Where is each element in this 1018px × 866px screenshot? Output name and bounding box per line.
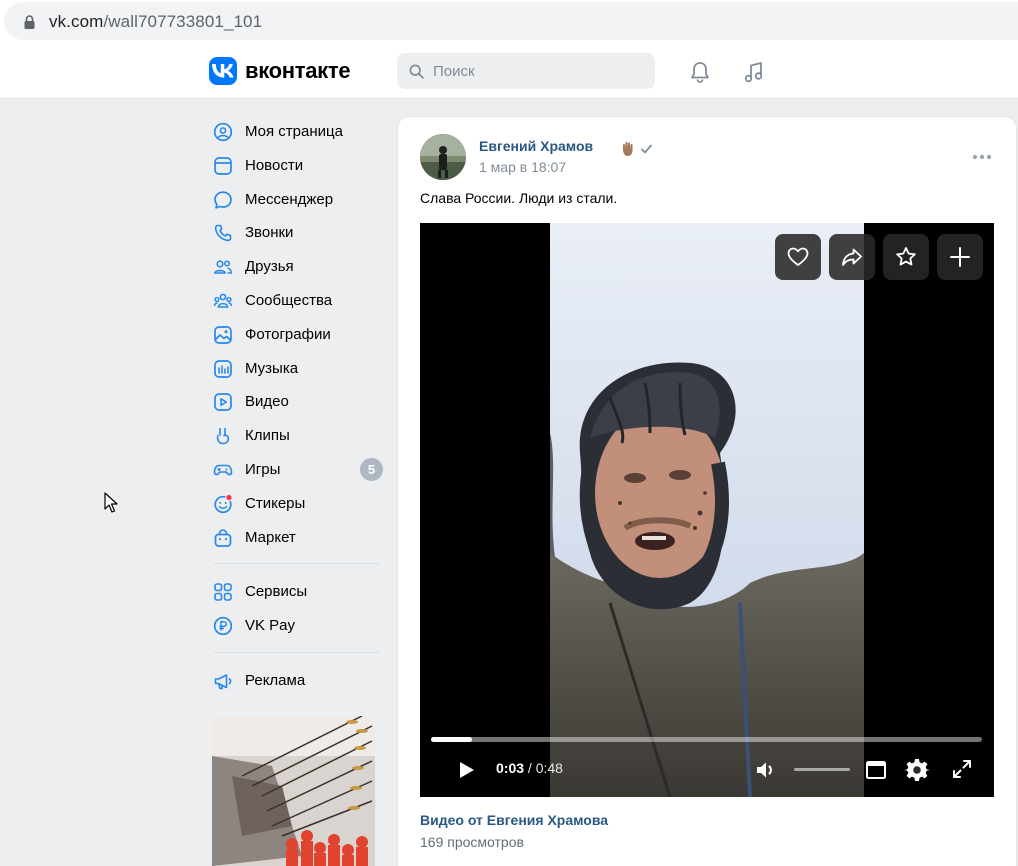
sidebar-item-clips[interactable]: Клипы xyxy=(205,418,385,452)
search-icon xyxy=(409,64,424,79)
sidebar-item-label: Маркет xyxy=(245,528,296,546)
sidebar-item-calls[interactable]: Звонки xyxy=(205,215,385,249)
sidebar-item-stickers[interactable]: Стикеры xyxy=(205,486,385,520)
video-views: 169 просмотров xyxy=(420,834,524,850)
sidebar-item-market[interactable]: Маркет xyxy=(205,520,385,554)
sidebar-item-label: Клипы xyxy=(245,427,290,445)
url-field[interactable]: vk.com/wall707733801_101 xyxy=(4,2,1018,40)
ad-image[interactable] xyxy=(212,716,375,866)
sidebar-item-friends[interactable]: Друзья xyxy=(205,249,385,283)
post-author-name[interactable]: Евгений Храмов xyxy=(479,138,593,154)
sidebar-item-label: Друзья xyxy=(245,258,294,276)
favorite-video-button[interactable] xyxy=(883,234,929,280)
sidebar-item-services[interactable]: Сервисы xyxy=(205,574,385,608)
vk-logo-icon[interactable] xyxy=(209,57,237,85)
url-domain: vk.com xyxy=(49,12,104,31)
video-frame[interactable] xyxy=(550,223,864,797)
friends-icon xyxy=(214,260,233,274)
sidebar-item-label: Сервисы xyxy=(245,583,308,601)
volume-icon[interactable] xyxy=(754,758,778,782)
wall-post: Евгений Храмов 1 мар в 18:07 Слава Росси… xyxy=(397,116,1017,866)
sidebar-item-ads[interactable]: Реклама xyxy=(205,663,385,697)
sidebar-item-label: Сообщества xyxy=(245,291,333,309)
logo-text[interactable]: вконтакте xyxy=(245,58,351,84)
url-path: /wall707733801_101 xyxy=(103,12,263,31)
sidebar-divider xyxy=(213,563,380,565)
bell-icon[interactable] xyxy=(686,58,714,86)
heart-icon xyxy=(787,247,809,266)
like-video-button[interactable] xyxy=(775,234,821,280)
sidebar-item-label: Музыка xyxy=(245,359,299,377)
video-player[interactable]: 0:03 / 0:48 xyxy=(420,223,994,797)
news-icon xyxy=(214,156,232,175)
sidebar-item-communities[interactable]: Сообщества xyxy=(205,283,385,317)
message-icon xyxy=(214,190,232,209)
mouse-cursor-icon xyxy=(104,492,118,513)
vk-header: вконтакте xyxy=(0,44,1018,99)
sidebar-item-label: Новости xyxy=(245,156,304,174)
video-title[interactable]: Видео от Евгения Храмова xyxy=(420,812,608,828)
fullscreen-icon[interactable] xyxy=(951,758,973,780)
games-icon xyxy=(213,464,233,476)
search-input[interactable] xyxy=(433,60,643,82)
sidebar-item-label: Мессенджер xyxy=(245,190,334,208)
video-current-time: 0:03 xyxy=(496,760,525,776)
post-text: Слава России. Люди из стали. xyxy=(420,190,618,206)
user-circle-icon xyxy=(213,122,233,142)
play-icon[interactable] xyxy=(456,760,476,780)
sidebar-item-vkpay[interactable]: VK Pay xyxy=(205,608,385,642)
services-icon xyxy=(214,583,232,602)
games-badge: 5 xyxy=(360,457,383,481)
sidebar-nav: Моя страница Новости Мессенджер Звонки Д… xyxy=(205,114,385,697)
author-avatar[interactable] xyxy=(420,134,466,180)
lock-icon xyxy=(24,15,35,29)
search-box[interactable] xyxy=(397,53,655,89)
sidebar-item-label: Видео xyxy=(245,393,289,411)
phone-icon xyxy=(214,225,232,242)
gear-icon[interactable] xyxy=(904,757,930,783)
url-text: vk.com/wall707733801_101 xyxy=(49,12,262,32)
photo-icon xyxy=(214,325,232,344)
more-options-icon[interactable] xyxy=(972,154,992,160)
post-datetime[interactable]: 1 мар в 18:07 xyxy=(479,159,566,175)
sidebar-item-label: Звонки xyxy=(245,224,294,242)
share-icon xyxy=(842,248,862,266)
video-duration: 0:48 xyxy=(535,760,563,776)
add-video-button[interactable] xyxy=(937,234,983,280)
market-icon xyxy=(214,528,232,547)
sidebar-item-games[interactable]: Игры 5 xyxy=(205,452,385,486)
sidebar-item-video[interactable]: Видео xyxy=(205,384,385,418)
sidebar-item-label: Фотографии xyxy=(245,325,331,343)
video-icon xyxy=(214,393,232,412)
verified-icon xyxy=(623,142,652,156)
music-icon xyxy=(214,359,232,378)
video-time-separator: / xyxy=(524,760,536,776)
mini-player-icon[interactable] xyxy=(865,759,887,781)
sidebar-item-news[interactable]: Новости xyxy=(205,148,385,182)
sidebar-item-messenger[interactable]: Мессенджер xyxy=(205,182,385,216)
browser-address-bar: vk.com/wall707733801_101 xyxy=(0,0,1018,44)
sidebar-item-label: Реклама xyxy=(245,671,306,689)
music-note-icon[interactable] xyxy=(740,58,768,86)
vkpay-icon xyxy=(213,617,233,636)
star-icon xyxy=(896,247,916,266)
sidebar-divider xyxy=(213,651,380,653)
sidebar-item-my-page[interactable]: Моя страница xyxy=(205,114,385,148)
video-progress-fill xyxy=(431,737,473,742)
sidebar-item-label: Стикеры xyxy=(245,494,306,512)
stickers-icon xyxy=(214,493,233,513)
sidebar-item-music[interactable]: Музыка xyxy=(205,351,385,385)
sidebar-item-label: VK Pay xyxy=(245,617,296,635)
sidebar-item-label: Игры xyxy=(245,460,281,478)
megaphone-icon xyxy=(214,674,232,690)
sidebar-item-label: Моя страница xyxy=(245,123,343,140)
communities-icon xyxy=(213,293,233,308)
video-progress-bar[interactable] xyxy=(431,737,982,742)
plus-icon xyxy=(950,247,970,267)
clips-icon xyxy=(216,427,230,445)
sidebar-item-photos[interactable]: Фотографии xyxy=(205,317,385,351)
volume-slider[interactable] xyxy=(794,768,850,771)
video-time: 0:03 / 0:48 xyxy=(496,760,563,776)
share-video-button[interactable] xyxy=(829,234,875,280)
